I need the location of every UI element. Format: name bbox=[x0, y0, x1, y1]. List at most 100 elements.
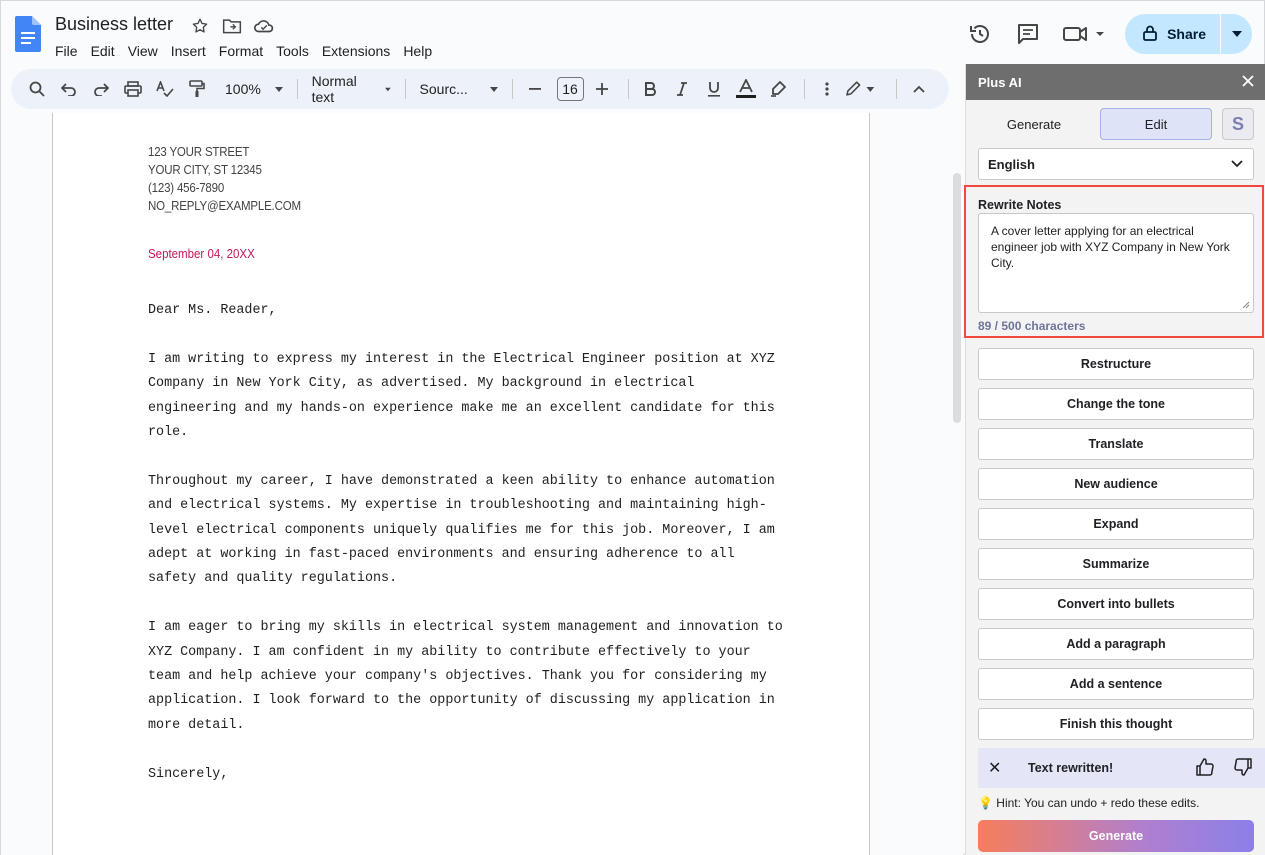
thumbs-up-icon[interactable] bbox=[1196, 757, 1214, 779]
expand-button[interactable]: Expand bbox=[978, 508, 1254, 540]
share-button[interactable]: Share bbox=[1125, 14, 1220, 54]
formatting-toolbar: 100% Normal text Sourc... 16 bbox=[11, 69, 949, 109]
menu-help[interactable]: Help bbox=[403, 41, 438, 61]
text-color-icon[interactable] bbox=[732, 75, 760, 103]
edit-actions-list: Restructure Change the tone Translate Ne… bbox=[978, 348, 1254, 748]
menu-extensions[interactable]: Extensions bbox=[322, 41, 396, 61]
search-icon[interactable] bbox=[23, 75, 51, 103]
address-line: 123 YOUR STREET bbox=[148, 145, 250, 159]
redo-icon[interactable] bbox=[87, 75, 115, 103]
summarize-button[interactable]: Summarize bbox=[978, 548, 1254, 580]
status-text: Text rewritten! bbox=[1028, 761, 1114, 775]
editing-mode-icon[interactable] bbox=[845, 75, 876, 103]
share-dropdown-button[interactable] bbox=[1220, 14, 1252, 54]
address-line: YOUR CITY, ST 12345 bbox=[148, 163, 262, 177]
add-paragraph-button[interactable]: Add a paragraph bbox=[978, 628, 1254, 660]
add-sentence-button[interactable]: Add a sentence bbox=[978, 668, 1254, 700]
address-line: NO_REPLY@EXAMPLE.COM bbox=[148, 199, 301, 213]
change-tone-button[interactable]: Change the tone bbox=[978, 388, 1254, 420]
version-history-icon[interactable] bbox=[965, 19, 995, 49]
body-paragraph: I am eager to bring my skills in electri… bbox=[148, 620, 783, 733]
finish-thought-button[interactable]: Finish this thought bbox=[978, 708, 1254, 740]
panel-header: Plus AI bbox=[966, 64, 1265, 100]
chevron-down-icon bbox=[1231, 160, 1243, 168]
increase-font-size-icon[interactable] bbox=[588, 75, 616, 103]
docs-logo-icon[interactable] bbox=[15, 16, 41, 52]
star-icon[interactable] bbox=[189, 15, 211, 37]
dismiss-close-icon[interactable]: ✕ bbox=[988, 758, 1008, 778]
lightbulb-icon: 💡 bbox=[978, 796, 993, 810]
toolbar-divider bbox=[296, 79, 298, 99]
close-icon[interactable] bbox=[1242, 74, 1254, 90]
bold-icon[interactable] bbox=[636, 75, 664, 103]
hint-text: 💡 Hint: You can undo + redo these edits. bbox=[978, 796, 1199, 810]
character-count: 89 / 500 characters bbox=[978, 319, 1086, 333]
language-select[interactable]: English bbox=[978, 148, 1254, 180]
convert-bullets-button[interactable]: Convert into bullets bbox=[978, 588, 1254, 620]
meet-video-icon[interactable] bbox=[1061, 19, 1107, 49]
toolbar-divider bbox=[404, 79, 406, 99]
menu-edit[interactable]: Edit bbox=[91, 41, 121, 61]
menu-view[interactable]: View bbox=[128, 41, 164, 61]
menu-bar: File Edit View Insert Format Tools Exten… bbox=[55, 41, 445, 61]
print-icon[interactable] bbox=[119, 75, 147, 103]
document-page[interactable]: 123 YOUR STREET YOUR CITY, ST 12345 (123… bbox=[52, 113, 870, 855]
style-select[interactable]: Normal text bbox=[306, 73, 397, 105]
mode-tabs: Generate Edit S bbox=[978, 108, 1254, 140]
move-folder-icon[interactable] bbox=[221, 15, 243, 37]
rewrite-notes-textarea[interactable]: A cover letter applying for an electrica… bbox=[978, 213, 1254, 313]
rewrite-status-bar: ✕ Text rewritten! bbox=[978, 748, 1265, 788]
spellcheck-icon[interactable] bbox=[151, 75, 179, 103]
menu-file[interactable]: File bbox=[55, 41, 84, 61]
letter-date: September 04, 20XX bbox=[148, 247, 255, 261]
tab-generate[interactable]: Generate bbox=[978, 108, 1090, 140]
font-select[interactable]: Sourc... bbox=[414, 75, 504, 103]
rewrite-notes-value: A cover letter applying for an electrica… bbox=[991, 224, 1230, 270]
comments-icon[interactable] bbox=[1013, 19, 1043, 49]
new-audience-button[interactable]: New audience bbox=[978, 468, 1254, 500]
style-value: Normal text bbox=[311, 73, 357, 105]
letter-body: Dear Ms. Reader, I am writing to express… bbox=[148, 299, 788, 811]
cloud-saved-icon[interactable] bbox=[253, 15, 275, 37]
language-value: English bbox=[988, 156, 1035, 172]
restructure-button[interactable]: Restructure bbox=[978, 348, 1254, 380]
undo-icon[interactable] bbox=[55, 75, 83, 103]
hide-menus-chevron-up-icon[interactable] bbox=[905, 75, 933, 103]
tab-edit[interactable]: Edit bbox=[1100, 108, 1212, 140]
document-title[interactable]: Business letter bbox=[55, 14, 173, 35]
highlight-color-icon[interactable] bbox=[764, 75, 792, 103]
chevron-down-icon bbox=[274, 86, 283, 92]
rewrite-notes-highlight: Rewrite Notes A cover letter applying fo… bbox=[964, 185, 1264, 338]
toolbar-divider bbox=[896, 79, 898, 99]
menu-insert[interactable]: Insert bbox=[171, 41, 212, 61]
zoom-select[interactable]: 100% bbox=[219, 75, 289, 103]
underline-icon[interactable] bbox=[700, 75, 728, 103]
generate-button[interactable]: Generate bbox=[978, 820, 1254, 852]
menu-tools[interactable]: Tools bbox=[276, 41, 315, 61]
toolbar-divider bbox=[804, 79, 806, 99]
chevron-down-icon bbox=[489, 86, 498, 92]
menu-format[interactable]: Format bbox=[219, 41, 269, 61]
font-size-input[interactable]: 16 bbox=[556, 77, 584, 101]
resize-grip-icon bbox=[1242, 301, 1250, 309]
share-label: Share bbox=[1167, 26, 1206, 42]
chevron-down-icon bbox=[385, 87, 391, 91]
document-canvas: 123 YOUR STREET YOUR CITY, ST 12345 (123… bbox=[1, 113, 963, 855]
italic-icon[interactable] bbox=[668, 75, 696, 103]
decrease-font-size-icon[interactable] bbox=[521, 75, 549, 103]
address-line: (123) 456-7890 bbox=[148, 181, 225, 195]
toolbar-divider bbox=[511, 79, 513, 99]
body-paragraph: Throughout my career, I have demonstrate… bbox=[148, 473, 775, 587]
account-badge[interactable]: S bbox=[1222, 108, 1254, 140]
document-scrollbar[interactable] bbox=[953, 173, 961, 423]
share-button-group: Share bbox=[1125, 14, 1252, 54]
chevron-down-icon bbox=[1231, 31, 1242, 37]
paint-format-icon[interactable] bbox=[183, 75, 211, 103]
more-options-icon[interactable] bbox=[813, 75, 841, 103]
closing: Sincerely, bbox=[148, 766, 229, 782]
sender-address: 123 YOUR STREET YOUR CITY, ST 12345 (123… bbox=[148, 143, 301, 215]
salutation: Dear Ms. Reader, bbox=[148, 303, 277, 318]
toolbar-divider bbox=[627, 79, 629, 99]
thumbs-down-icon[interactable] bbox=[1234, 757, 1252, 779]
translate-button[interactable]: Translate bbox=[978, 428, 1254, 460]
